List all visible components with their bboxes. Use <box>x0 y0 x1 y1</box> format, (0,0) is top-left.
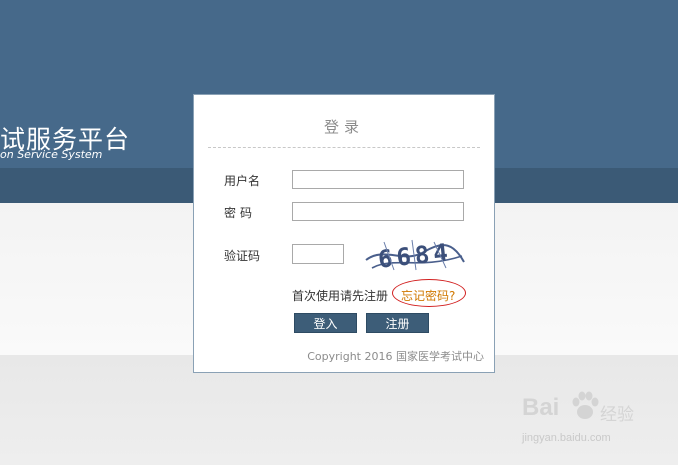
baidu-watermark: Bai 经验 jingyan.baidu.com <box>520 391 670 452</box>
forgot-password-link[interactable]: 忘记密码? <box>401 287 455 304</box>
watermark-brand-cn: 经验 <box>600 405 634 425</box>
username-label: 用户名 <box>224 174 261 188</box>
register-button[interactable]: 注册 <box>366 313 429 333</box>
paw-icon <box>572 391 599 419</box>
login-panel: 登录 用户名 密码 验证码 6684 首次使用请先注册 忘记密码? 登入 注册 … <box>193 94 495 373</box>
captcha-image[interactable]: 6684 <box>364 234 467 274</box>
captcha-label: 验证码 <box>224 249 261 263</box>
username-input[interactable] <box>292 170 464 189</box>
login-title: 登录 <box>323 118 364 136</box>
title-divider <box>208 147 480 148</box>
password-label: 密码 <box>224 206 257 220</box>
login-button[interactable]: 登入 <box>294 313 357 333</box>
captcha-text: 6684 <box>377 238 453 274</box>
copyright-text: Copyright 2016 国家医学考试中心 <box>307 350 484 363</box>
site-subtitle: on Service System <box>0 148 103 161</box>
password-input[interactable] <box>292 202 464 221</box>
watermark-url: jingyan.baidu.com <box>522 432 611 444</box>
captcha-input[interactable] <box>292 244 344 264</box>
watermark-brand: Bai <box>522 394 560 421</box>
register-hint: 首次使用请先注册 <box>292 289 389 303</box>
